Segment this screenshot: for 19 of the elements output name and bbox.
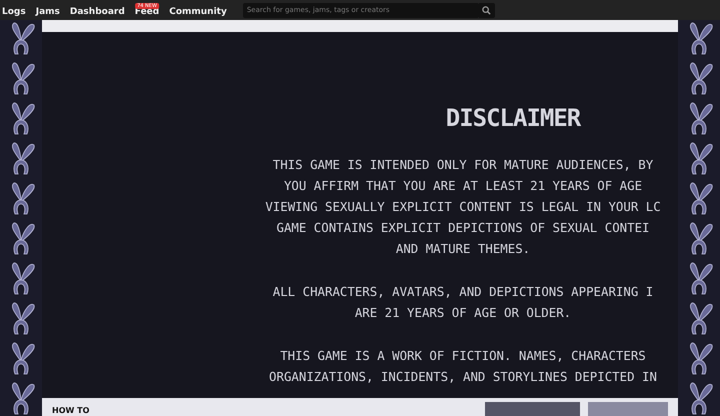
disclaimer-text: ALL CHARACTERS, AVATARS, AND DEPICTIONS APPEARING I bbox=[272, 283, 654, 301]
search-icon bbox=[482, 6, 492, 14]
search-button[interactable] bbox=[478, 2, 495, 18]
nav-link[interactable]: Jams bbox=[36, 6, 60, 16]
disclaimer-text: THIS GAME IS A WORK OF FICTION. NAMES, CHARACTERS bbox=[280, 347, 646, 365]
nav-link[interactable]: Dashboard bbox=[70, 6, 125, 16]
nav-link[interactable]: Logs bbox=[2, 6, 26, 16]
disclaimer-text: ARE 21 YEARS OF AGE OR OLDER. bbox=[354, 304, 572, 322]
screenshot-thumbnail[interactable] bbox=[588, 402, 668, 416]
disclaimer-text: THIS GAME IS INTENDED ONLY FOR MATURE AUDIENCES, BY bbox=[272, 156, 654, 174]
section-heading: HOW TO bbox=[52, 406, 90, 414]
disclaimer-text: GAME CONTAINS EXPLICIT DEPICTIONS OF SEXUAL CONTEI bbox=[276, 219, 650, 237]
disclaimer-text: AND MATURE THEMES. bbox=[396, 240, 530, 258]
screenshot-thumbnail[interactable] bbox=[485, 402, 580, 416]
disclaimer-title: DISCLAIMER bbox=[446, 104, 580, 132]
disclaimer-text: YOU AFFIRM THAT YOU ARE AT LEAST 21 YEARS OF AGE bbox=[284, 177, 642, 195]
nav-link[interactable]: Community bbox=[169, 6, 227, 16]
disclaimer-text: VIEWING SEXUALLY EXPLICIT CONTENT IS LEGAL IN YOUR LC bbox=[265, 198, 661, 216]
disclaimer-text: ORGANIZATIONS, INCIDENTS, AND STORYLINES DEPICTED IN bbox=[269, 368, 657, 386]
